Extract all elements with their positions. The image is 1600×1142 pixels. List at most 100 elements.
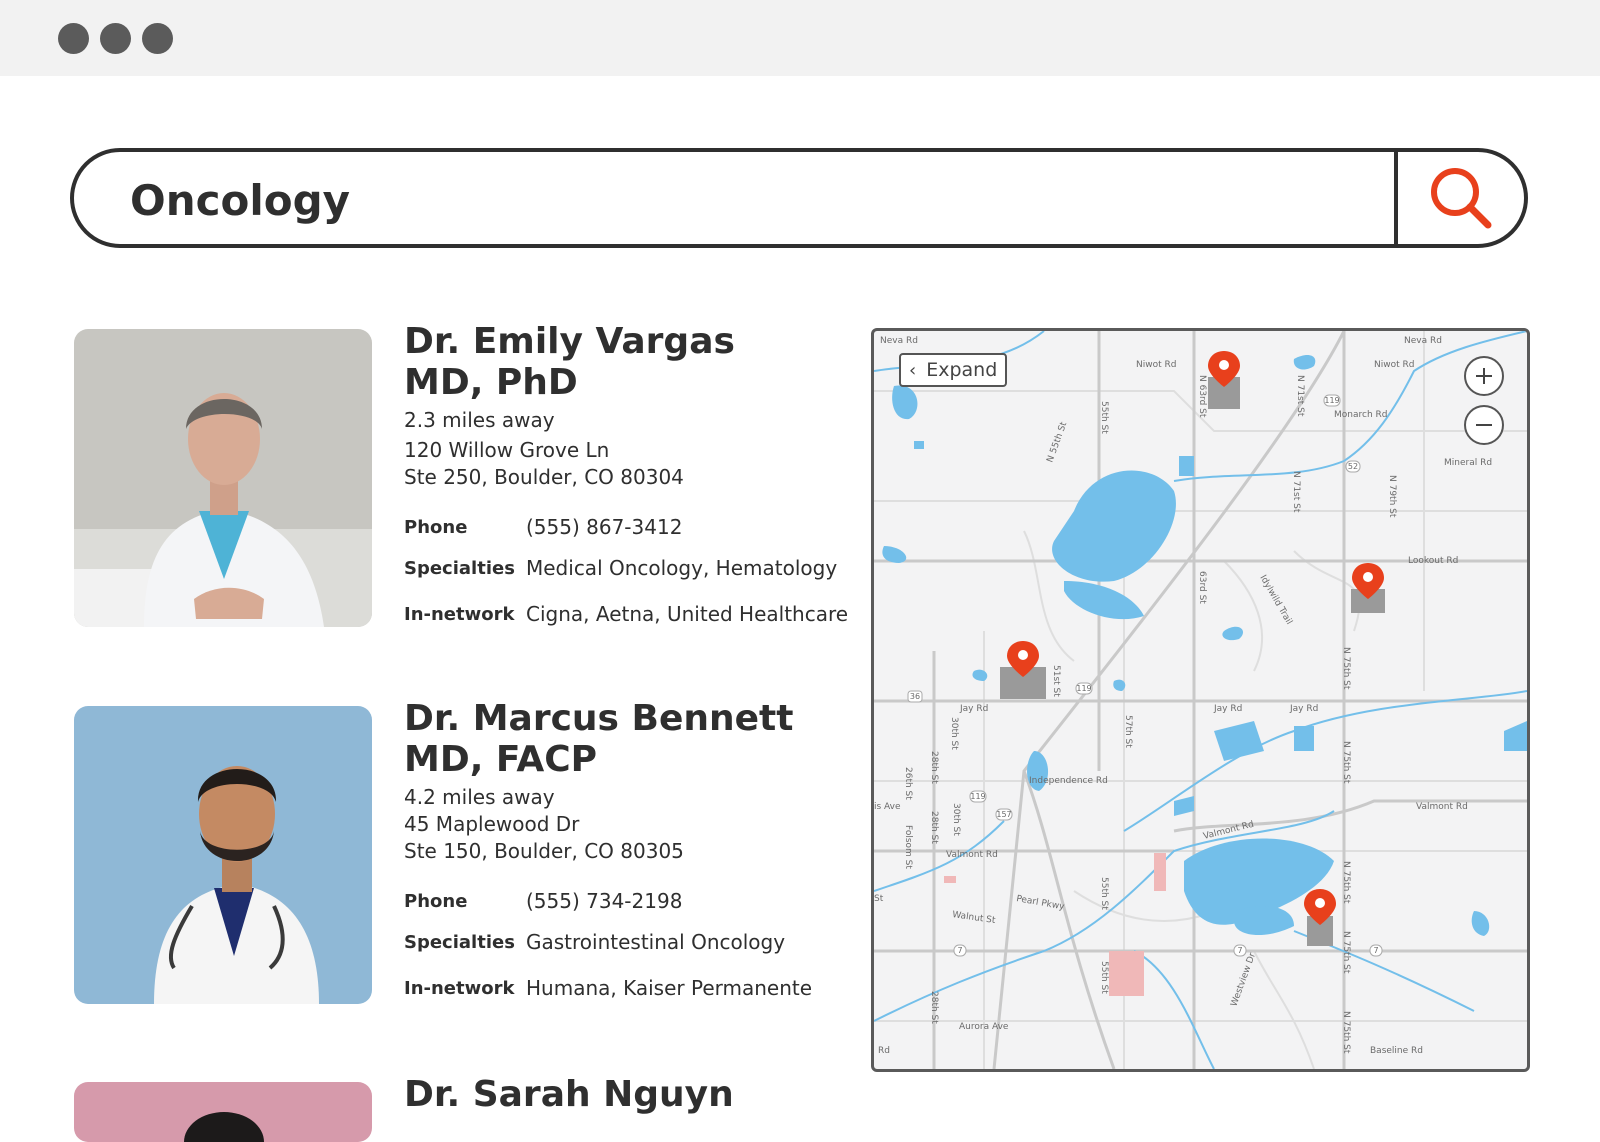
address-line-1: 120 Willow Grove Ln — [404, 438, 610, 462]
doctor-distance: 2.3 miles away — [404, 408, 555, 432]
phone-value[interactable]: (555) 867-3412 — [526, 514, 682, 541]
street-label: N 79th St — [1387, 475, 1397, 518]
street-label: Independence Rd — [1029, 776, 1108, 786]
route-shield: 7 — [957, 946, 962, 955]
street-label: 55th St — [1099, 401, 1109, 434]
street-label: 28th St — [929, 751, 939, 784]
street-label: Aurora Ave — [959, 1022, 1009, 1032]
doctor-photo — [74, 1082, 372, 1142]
street-label: Jay Rd — [1213, 704, 1242, 714]
street-label: Walnut St — [952, 910, 997, 926]
route-shield: 7 — [1237, 946, 1242, 955]
street-label: 63rd St — [1197, 571, 1207, 604]
address-line-1: 45 Maplewood Dr — [404, 812, 580, 836]
map-canvas[interactable]: Neva Rd Neva Rd Niwot Rd Niwot Rd Monarc… — [874, 331, 1527, 1069]
network-row: In-network Cigna, Aetna, United Healthca… — [404, 601, 884, 628]
street-label: N 75th St — [1341, 931, 1351, 974]
street-label: Idylwild Trail — [1257, 574, 1293, 627]
location-pin[interactable] — [1304, 889, 1336, 946]
street-label: Niwot Rd — [1136, 360, 1176, 370]
street-label: N 75th St — [1341, 741, 1351, 784]
doctor-name[interactable]: Dr. Sarah Nguyn — [404, 1074, 884, 1115]
street-label: Valmont Rd — [946, 850, 998, 860]
network-label: In-network — [404, 604, 515, 625]
route-shield: 36 — [910, 692, 920, 701]
route-shield: 7 — [1373, 946, 1378, 955]
street-label: 51st St — [1051, 665, 1061, 697]
street-label: 30th St — [949, 717, 959, 750]
doctor-photo — [74, 329, 372, 627]
street-label: 26th St — [903, 767, 913, 800]
map-panel[interactable]: Neva Rd Neva Rd Niwot Rd Niwot Rd Monarc… — [871, 328, 1530, 1072]
street-label: Mineral Rd — [1444, 458, 1492, 468]
minus-icon — [1476, 424, 1492, 426]
doctor-info: Dr. Marcus Bennett MD, FACP 4.2 miles aw… — [404, 698, 884, 1002]
street-label: Lookout Rd — [1408, 556, 1458, 566]
network-value: Humana, Kaiser Permanente — [526, 976, 813, 1000]
specialties-value: Medical Oncology, Hematology — [526, 556, 838, 580]
doctor-name[interactable]: Dr. Emily Vargas — [404, 321, 884, 362]
doctor-address: 120 Willow Grove Ln Ste 250, Boulder, CO… — [404, 437, 884, 491]
street-label: Valmont Rd — [1416, 802, 1468, 812]
street-label: Jay Rd — [959, 704, 988, 714]
route-shield: 157 — [996, 810, 1011, 819]
street-label: 55th St — [1099, 961, 1109, 994]
street-label: Baseline Rd — [1370, 1046, 1423, 1056]
street-label: Neva Rd — [1404, 336, 1442, 346]
doctor-credentials: MD, PhD — [404, 362, 578, 403]
doctor-name[interactable]: Dr. Marcus Bennett — [404, 698, 884, 739]
specialties-row: Specialties Medical Oncology, Hematology — [404, 555, 884, 582]
street-label: Folsom St — [903, 825, 913, 869]
zoom-in-button[interactable] — [1464, 356, 1504, 396]
street-label: Westview Dr — [1229, 951, 1258, 1008]
window-dot — [100, 23, 131, 54]
network-label: In-network — [404, 978, 515, 999]
street-label: N 75th St — [1341, 647, 1351, 690]
specialties-value: Gastrointestinal Oncology — [526, 930, 786, 954]
network-value: Cigna, Aetna, United Healthcare — [526, 602, 849, 626]
specialties-row: Specialties Gastrointestinal Oncology — [404, 929, 884, 956]
street-label: Monarch Rd — [1334, 410, 1387, 420]
doctor-address: 45 Maplewood Dr Ste 150, Boulder, CO 803… — [404, 811, 884, 865]
street-label: Rd — [878, 1046, 890, 1056]
phone-row: Phone (555) 734-2198 — [404, 888, 884, 915]
doctor-distance: 4.2 miles away — [404, 785, 555, 809]
route-shield: 119 — [1076, 684, 1091, 693]
route-shield: 52 — [1348, 462, 1358, 471]
phone-row: Phone (555) 867-3412 — [404, 514, 884, 541]
zoom-out-button[interactable] — [1464, 405, 1504, 445]
street-label: N 71st St — [1295, 375, 1305, 417]
route-shield: 119 — [1324, 396, 1339, 405]
street-label: 55th St — [1099, 877, 1109, 910]
street-label: St — [874, 894, 884, 904]
window-dot — [58, 23, 89, 54]
expand-button[interactable]: ‹ Expand — [899, 353, 1007, 387]
street-label: N 75th St — [1341, 861, 1351, 904]
street-label: 57th St — [1123, 715, 1133, 748]
expand-label: Expand — [926, 359, 998, 381]
address-line-2: Ste 250, Boulder, CO 80304 — [404, 465, 684, 489]
location-pin[interactable] — [1208, 351, 1240, 409]
specialties-label: Specialties — [404, 932, 515, 953]
street-label: Niwot Rd — [1374, 360, 1414, 370]
plus-icon — [1476, 368, 1492, 384]
street-label: is Ave — [874, 802, 901, 812]
phone-value[interactable]: (555) 734-2198 — [526, 888, 682, 915]
street-label: Pearl Pkwy — [1015, 894, 1065, 912]
specialties-label: Specialties — [404, 558, 515, 579]
window-titlebar — [0, 0, 1600, 76]
street-label: 28th St — [929, 991, 939, 1024]
route-shield: 119 — [970, 792, 985, 801]
search-bar — [70, 148, 1528, 248]
doctor-credentials: MD, FACP — [404, 739, 598, 780]
location-pin[interactable] — [1351, 563, 1385, 613]
search-button[interactable] — [1398, 152, 1524, 244]
network-row: In-network Humana, Kaiser Permanente — [404, 975, 884, 1002]
window-dot — [142, 23, 173, 54]
search-icon — [1431, 168, 1492, 229]
street-label: 30th St — [951, 803, 961, 836]
street-label: Jay Rd — [1289, 704, 1318, 714]
doctor-info: Dr. Emily Vargas MD, PhD 2.3 miles away … — [404, 321, 884, 628]
search-input[interactable] — [130, 170, 1330, 230]
location-pin[interactable] — [1000, 641, 1046, 699]
